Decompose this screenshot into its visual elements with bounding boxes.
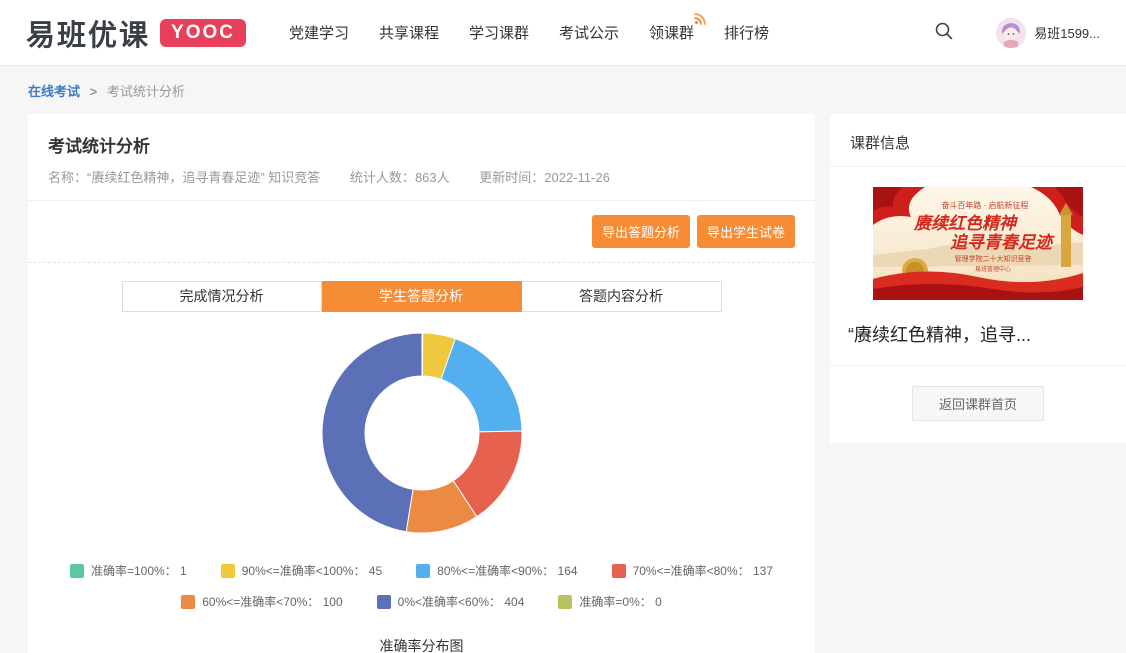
breadcrumb-separator: > [90,84,98,99]
course-info-card: 课群信息 [830,114,1126,443]
banner-line1: 赓续红色精神 [913,214,1019,233]
legend-swatch-icon [70,564,84,578]
header-right: 易班1599... [930,17,1100,48]
content: 考试统计分析 名称：“赓续红色精神，追寻青春足迹” 知识竞答 统计人数：863人… [28,114,1126,653]
legend-row-0: 准确率=100%： 1 90%<=准确率<100%： 45 80%<=准确率<90%… [28,562,815,579]
divider [830,166,1126,167]
logo-text: 易班优课 [26,12,150,54]
nav-item-4[interactable]: 领课群 [649,22,694,43]
legend-row-1: 60%<=准确率<70%： 100 0%<准确率<60%： 404 准确率=0%： … [28,593,815,610]
breadcrumb-link-online-exam[interactable]: 在线考试 [28,84,80,99]
legend-item-3[interactable]: 70%<=准确率<80%： 137 [612,562,773,579]
banner-sub2: 易班管理中心 [975,265,1011,273]
nav-item-2[interactable]: 学习课群 [469,22,529,43]
breadcrumb: 在线考试 > 考试统计分析 [0,66,1126,100]
search-button[interactable] [930,17,958,48]
legend-swatch-icon [181,595,195,609]
legend-item-1[interactable]: 90%<=准确率<100%： 45 [221,562,382,579]
export-button-1[interactable]: 导出学生试卷 [697,215,795,248]
legend-item-6[interactable]: 准确率=0%： 0 [558,593,661,610]
legend-item-5[interactable]: 0%<准确率<60%： 404 [377,593,525,610]
legend-label: 80%<=准确率<90%： 164 [437,562,577,579]
legend-swatch-icon [416,564,430,578]
donut-slice-5[interactable] [322,333,422,532]
legend-label: 0%<准确率<60%： 404 [398,593,525,610]
username[interactable]: 易班1599... [1034,23,1100,42]
tab-2[interactable]: 答题内容分析 [522,281,722,312]
logo-badge-yooc: YOOC [160,19,246,47]
legend-label: 60%<=准确率<70%： 100 [202,593,342,610]
nav-item-1[interactable]: 共享课程 [379,22,439,43]
course-banner-image[interactable]: 奋斗百年路 · 启航新征程 赓续红色精神 追寻青春足迹 管理学院二十大知识竞答 … [873,187,1083,305]
legend-item-0[interactable]: 准确率=100%： 1 [70,562,187,579]
course-info-title: 课群信息 [830,114,1126,166]
legend-swatch-icon [377,595,391,609]
dashed-divider [28,262,815,263]
tab-1-active[interactable]: 学生答题分析 [322,281,522,312]
exam-count: 统计人数：863人 [350,170,450,185]
page-title: 考试统计分析 [48,132,795,157]
search-icon [934,29,954,44]
breadcrumb-current: 考试统计分析 [107,84,185,99]
export-button-0[interactable]: 导出答题分析 [592,215,690,248]
user-avatar[interactable] [996,18,1026,48]
legend-swatch-icon [612,564,626,578]
legend-label: 70%<=准确率<80%： 137 [633,562,773,579]
exam-stats-card: 考试统计分析 名称：“赓续红色精神，追寻青春足迹” 知识竞答 统计人数：863人… [28,114,815,653]
legend-item-2[interactable]: 80%<=准确率<90%： 164 [416,562,577,579]
legend-label: 准确率=0%： 0 [579,593,661,610]
tab-0[interactable]: 完成情况分析 [122,281,322,312]
back-to-course-home-button[interactable]: 返回课群首页 [912,386,1044,421]
main-nav: 党建学习 共享课程 学习课群 考试公示 领课群 排行榜 [274,22,784,43]
logo[interactable]: 易班优课 YOOC [26,12,246,54]
exam-updated: 更新时间：2022-11-26 [479,170,610,185]
analysis-tabs: 完成情况分析学生答题分析答题内容分析 [28,281,815,312]
export-buttons-row: 导出答题分析导出学生试卷 [28,201,815,248]
signal-icon [694,12,707,29]
chart-legend: 准确率=100%： 1 90%<=准确率<100%： 45 80%<=准确率<90%… [28,562,815,610]
donut-chart [28,326,815,540]
legend-item-4[interactable]: 60%<=准确率<70%： 100 [181,593,342,610]
legend-swatch-icon [221,564,235,578]
legend-label: 准确率=100%： 1 [91,562,187,579]
donut-slice-2[interactable] [440,339,521,432]
banner-sub1: 管理学院二十大知识竞答 [955,254,1032,263]
banner-line2: 追寻青春足迹 [950,233,1055,252]
course-title: “赓续红色精神，追寻... [830,305,1126,365]
chart-title: 准确率分布图 [28,636,815,653]
top-navbar: 易班优课 YOOC 党建学习 共享课程 学习课群 考试公示 领课群 排行榜 易班1599.… [0,0,1126,66]
banner-top-slogan: 奋斗百年路 · 启航新征程 [941,200,1028,210]
nav-item-5[interactable]: 排行榜 [724,22,769,43]
exam-name: 名称：“赓续红色精神，追寻青春足迹” 知识竞答 [48,170,320,185]
legend-swatch-icon [558,595,572,609]
exam-meta: 名称：“赓续红色精神，追寻青春足迹” 知识竞答 统计人数：863人 更新时间：2… [48,167,795,186]
nav-item-0[interactable]: 党建学习 [289,22,349,43]
legend-label: 90%<=准确率<100%： 45 [242,562,382,579]
nav-item-3[interactable]: 考试公示 [559,22,619,43]
